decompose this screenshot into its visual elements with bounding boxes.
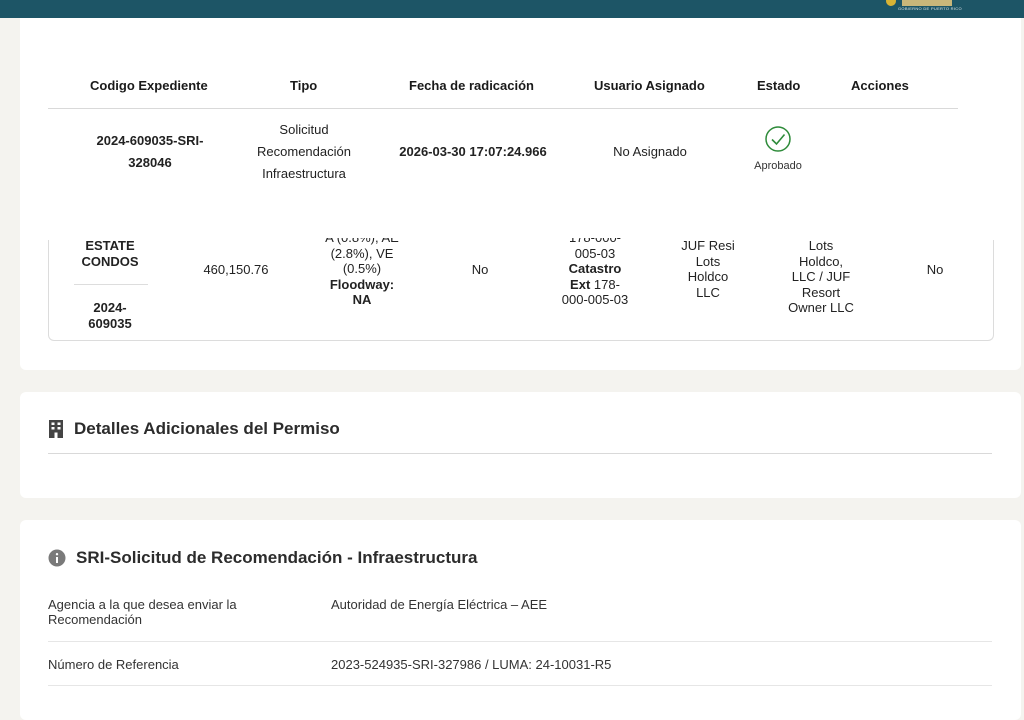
- col-tipo: Tipo: [290, 78, 318, 93]
- col-estado: Estado: [757, 78, 801, 93]
- agencia-value: Autoridad de Energía Eléctrica – AEE: [331, 597, 548, 612]
- usuario-asignado: No Asignado: [613, 144, 687, 159]
- numero-referencia-value: 2023-524935-SRI-327986 / LUMA: 24-10031-…: [331, 657, 612, 672]
- status-aprobado: Aprobado: [754, 160, 802, 172]
- seal-icon: [886, 0, 896, 6]
- col-codigo-expediente: Codigo Expediente: [90, 78, 208, 93]
- agencia-label: Agencia a la que desea enviar la Recomen…: [48, 597, 237, 627]
- property-name: ESTATE CONDOS: [81, 238, 139, 269]
- col-usuario-asignado: Usuario Asignado: [594, 78, 705, 93]
- government-logo[interactable]: GOBIERNO DE PUERTO RICO: [886, 0, 966, 14]
- top-navbar: GOBIERNO DE PUERTO RICO: [0, 0, 1024, 18]
- detalles-title: Detalles Adicionales del Permiso: [74, 419, 340, 438]
- codigo-expediente[interactable]: 2024-609035-SRI- 328046: [80, 130, 220, 174]
- property-flag-2: No: [926, 262, 944, 277]
- flood-zone: A (0.8%), AE (2.8%), VE (0.5%) Floodway:…: [325, 230, 399, 307]
- property-titular: Lots Holdco, LLC / JUF Resort Owner LLC: [788, 238, 854, 315]
- property-owner: JUF Resi Lots Holdco LLC: [681, 238, 735, 300]
- building-icon: [49, 420, 63, 438]
- numero-referencia-label: Número de Referencia: [48, 657, 179, 672]
- property-flag: No: [471, 262, 489, 277]
- property-code: 2024- 609035: [88, 300, 132, 331]
- info-icon: [48, 549, 66, 567]
- property-area: 460,150.76: [203, 262, 269, 277]
- approved-check-icon: [765, 126, 791, 152]
- col-acciones: Acciones: [851, 78, 909, 93]
- catastro: 178-000- 005-03 Catastro Ext 178- 000-00…: [561, 230, 629, 307]
- sri-title: SRI-Solicitud de Recomendación - Infraes…: [76, 548, 478, 567]
- detalles-card: [20, 392, 1021, 498]
- tipo-solicitud: Solicitud Recomendación Infraestructura: [257, 122, 351, 181]
- fecha-radicacion: 2026-03-30 17:07:24.966: [399, 144, 547, 159]
- col-fecha-radicacion: Fecha de radicación: [409, 78, 534, 93]
